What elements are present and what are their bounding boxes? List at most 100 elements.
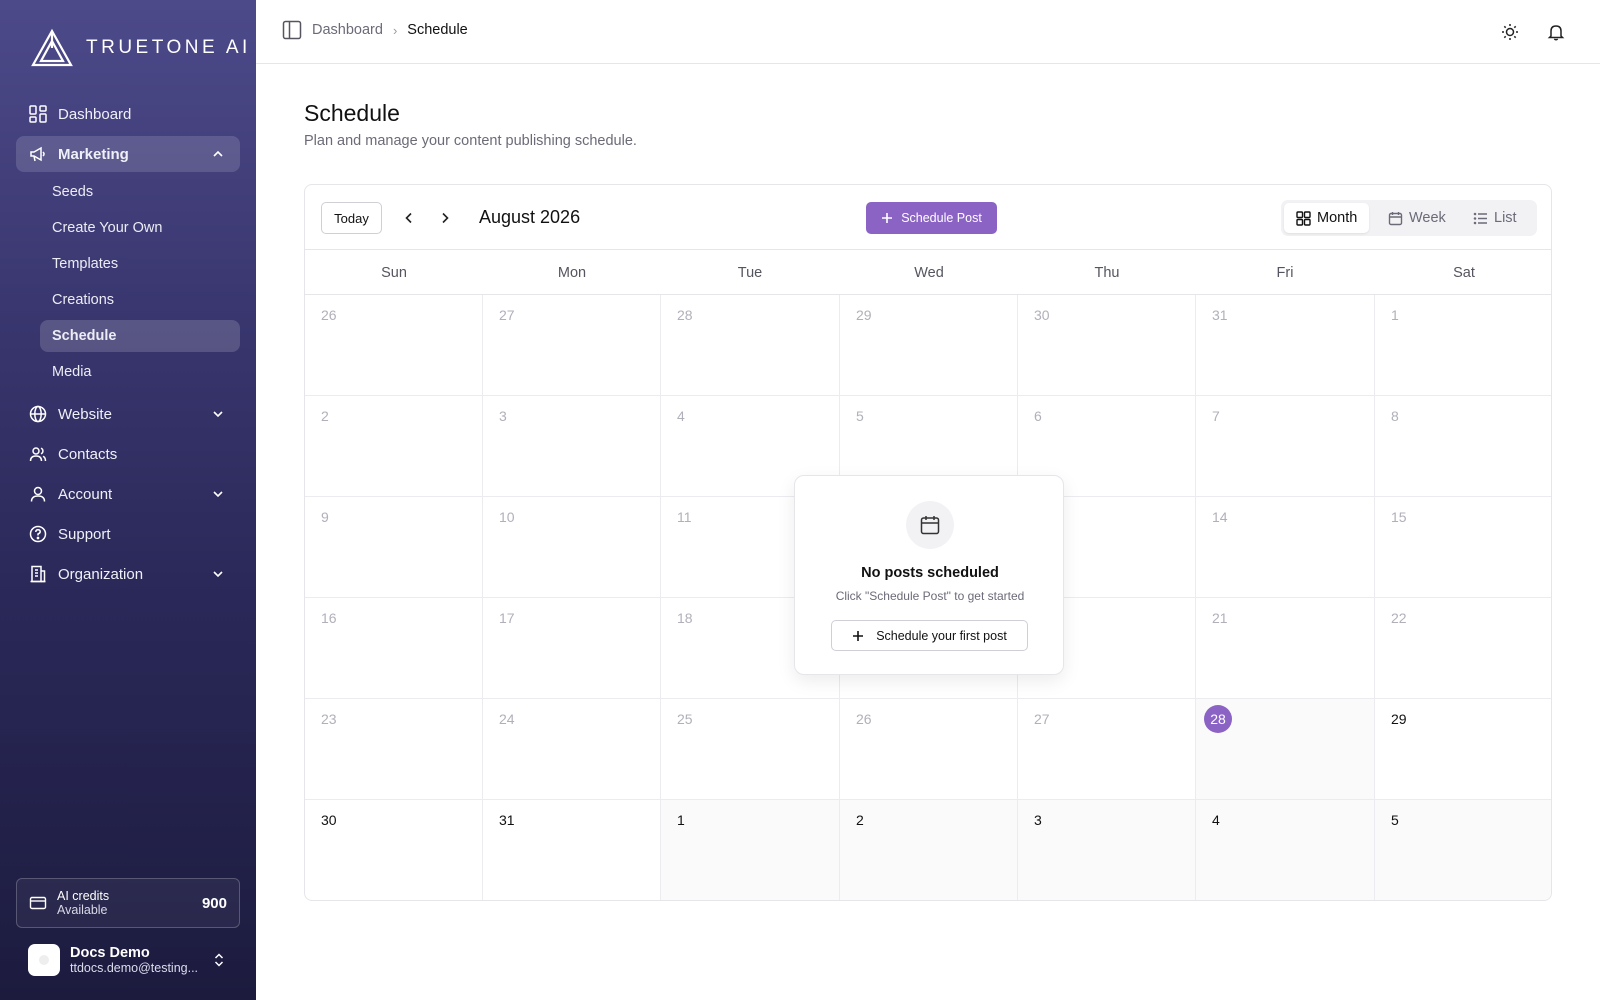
calendar-day-cell[interactable]: 2 xyxy=(305,396,483,497)
sidebar-item-organization[interactable]: Organization xyxy=(16,556,240,592)
schedule-post-button[interactable]: Schedule Post xyxy=(866,202,997,234)
day-number: 26 xyxy=(321,307,337,323)
today-button[interactable]: Today xyxy=(321,202,382,234)
calendar-day-cell[interactable]: 10 xyxy=(483,497,661,598)
avatar xyxy=(28,944,60,976)
day-number: 3 xyxy=(499,408,507,424)
topbar: Dashboard › Schedule xyxy=(256,0,1600,64)
sidebar-item-website[interactable]: Website xyxy=(16,396,240,432)
view-month-button[interactable]: Month xyxy=(1284,203,1370,233)
calendar-day-cell[interactable]: 7 xyxy=(1196,396,1375,497)
sidebar-item-label: Dashboard xyxy=(58,105,132,123)
day-number: 30 xyxy=(321,812,337,828)
calendar-day-cell[interactable]: 27 xyxy=(483,295,661,396)
calendar-day-cell[interactable]: 3 xyxy=(1018,800,1196,900)
user-menu[interactable]: Docs Demo ttdocs.demo@testing... xyxy=(28,942,240,978)
calendar-day-cell[interactable]: 31 xyxy=(1196,295,1375,396)
calendar-day-cell[interactable]: 28 xyxy=(1196,699,1375,800)
plus-icon xyxy=(853,630,864,641)
calendar-day-cell[interactable]: 2 xyxy=(840,800,1018,900)
calendar-day-cell[interactable]: 26 xyxy=(840,699,1018,800)
sidebar-subitem-create-your-own[interactable]: Create Your Own xyxy=(40,212,240,244)
calendar-day-cell[interactable]: 26 xyxy=(305,295,483,396)
building-icon xyxy=(28,564,48,584)
sidebar-subitem-templates[interactable]: Templates xyxy=(40,248,240,280)
calendar-day-cell[interactable]: 1 xyxy=(661,800,840,900)
sun-icon[interactable] xyxy=(1500,22,1520,42)
credit-card-icon xyxy=(29,896,47,910)
sidebar-subitem-creations[interactable]: Creations xyxy=(40,284,240,316)
sidebar-toggle-icon[interactable] xyxy=(282,20,302,40)
help-circle-icon xyxy=(28,524,48,544)
sidebar-subitem-schedule[interactable]: Schedule xyxy=(40,320,240,352)
calendar-day-cell[interactable]: 4 xyxy=(1196,800,1375,900)
view-week-button[interactable]: Week xyxy=(1376,203,1458,233)
day-number: 29 xyxy=(1391,711,1407,727)
sidebar-subitem-media[interactable]: Media xyxy=(40,356,240,388)
day-number: 30 xyxy=(1034,307,1050,323)
calendar-day-cell[interactable]: 23 xyxy=(305,699,483,800)
view-week-label: Week xyxy=(1409,210,1446,226)
day-number: 31 xyxy=(1212,307,1228,323)
calendar-day-cell[interactable]: 15 xyxy=(1375,497,1551,598)
view-toggle: Month Week List xyxy=(1281,200,1537,236)
calendar-day-cell[interactable]: 25 xyxy=(661,699,840,800)
calendar-day-cell[interactable]: 3 xyxy=(483,396,661,497)
view-list-button[interactable]: List xyxy=(1461,203,1529,233)
day-number: 28 xyxy=(677,307,693,323)
day-number: 5 xyxy=(856,408,864,424)
calendar-day-cell[interactable]: 30 xyxy=(305,800,483,900)
calendar-day-cell[interactable]: 1 xyxy=(1375,295,1551,396)
credits-subtitle: Available xyxy=(57,903,108,917)
calendar-day-cell[interactable]: 29 xyxy=(840,295,1018,396)
sidebar-subitem-seeds[interactable]: Seeds xyxy=(40,176,240,208)
month-label: August 2026 xyxy=(479,207,581,227)
sidebar-item-dashboard[interactable]: Dashboard xyxy=(16,96,240,132)
calendar-day-cell[interactable]: 30 xyxy=(1018,295,1196,396)
empty-state-card: No posts scheduled Click "Schedule Post"… xyxy=(794,475,1064,675)
sidebar-item-support[interactable]: Support xyxy=(16,516,240,552)
sidebar-item-label: Marketing xyxy=(58,145,129,163)
calendar-day-cell[interactable]: 16 xyxy=(305,598,483,699)
sidebar-item-contacts[interactable]: Contacts xyxy=(16,436,240,472)
calendar-day-cell[interactable]: 17 xyxy=(483,598,661,699)
next-month-button[interactable] xyxy=(434,207,456,229)
calendar-icon xyxy=(920,516,940,535)
calendar-day-cell[interactable]: 28 xyxy=(661,295,840,396)
calendar-toolbar: Today August 2026 Schedule Post Month We… xyxy=(305,185,1551,250)
calendar-day-cell[interactable]: 14 xyxy=(1196,497,1375,598)
day-number: 4 xyxy=(1212,812,1220,828)
breadcrumb-separator: › xyxy=(392,22,398,38)
calendar-icon xyxy=(1388,211,1403,225)
breadcrumb-current: Schedule xyxy=(407,22,468,38)
megaphone-icon xyxy=(28,144,48,164)
calendar-day-cell[interactable]: 31 xyxy=(483,800,661,900)
day-number: 31 xyxy=(499,812,515,828)
weekday-label: Mon xyxy=(557,264,587,281)
schedule-first-post-button[interactable]: Schedule your first post xyxy=(831,620,1028,651)
sidebar-item-account[interactable]: Account xyxy=(16,476,240,512)
calendar-day-cell[interactable]: 27 xyxy=(1018,699,1196,800)
sidebar-item-marketing[interactable]: Marketing xyxy=(16,136,240,172)
weekday-label: Thu xyxy=(1094,264,1120,281)
calendar-day-cell[interactable]: 21 xyxy=(1196,598,1375,699)
breadcrumb-dashboard[interactable]: Dashboard xyxy=(312,22,383,38)
day-number: 17 xyxy=(499,610,515,626)
calendar-day-cell[interactable]: 9 xyxy=(305,497,483,598)
view-list-label: List xyxy=(1494,210,1517,226)
day-number: 22 xyxy=(1391,610,1407,626)
prev-month-button[interactable] xyxy=(398,207,420,229)
brand-logo[interactable]: TRUETONE AI xyxy=(30,28,251,68)
calendar-day-cell[interactable]: 29 xyxy=(1375,699,1551,800)
calendar-day-cell[interactable]: 5 xyxy=(1375,800,1551,900)
empty-state-title: No posts scheduled xyxy=(861,565,999,581)
day-number: 27 xyxy=(1034,711,1050,727)
ai-credits-panel[interactable]: AI credits Available 900 xyxy=(16,878,240,928)
bell-icon[interactable] xyxy=(1546,22,1566,42)
calendar-day-cell[interactable]: 22 xyxy=(1375,598,1551,699)
day-number: 7 xyxy=(1212,408,1220,424)
calendar-day-cell[interactable]: 24 xyxy=(483,699,661,800)
sidebar-item-label: Website xyxy=(58,405,112,423)
calendar-day-cell[interactable]: 8 xyxy=(1375,396,1551,497)
sidebar-item-label: Account xyxy=(58,485,113,503)
